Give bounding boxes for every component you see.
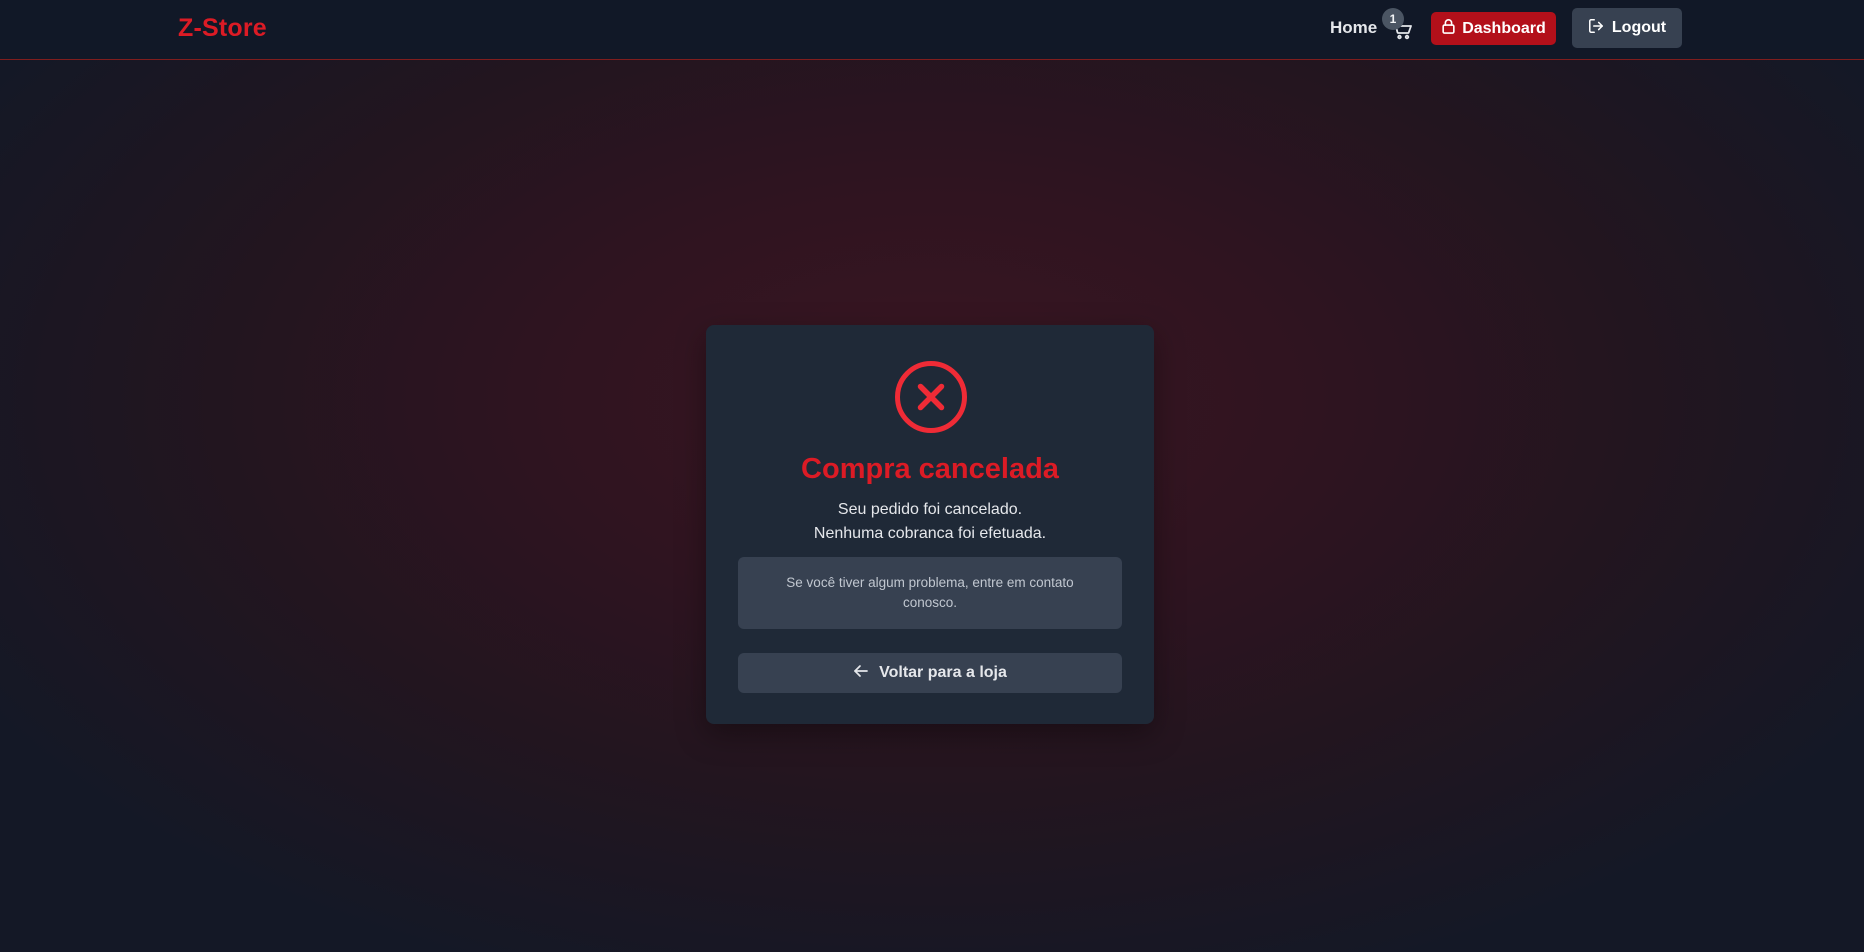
x-circle-icon bbox=[893, 359, 969, 435]
dashboard-label: Dashboard bbox=[1462, 19, 1546, 37]
logout-icon bbox=[1588, 18, 1604, 39]
contact-info-box: Se você tiver algum problema, entre em c… bbox=[738, 557, 1122, 629]
lock-icon bbox=[1441, 18, 1456, 39]
logout-label: Logout bbox=[1611, 19, 1667, 36]
back-to-store-button[interactable]: Voltar para a loja bbox=[738, 653, 1122, 693]
cancel-message-line1: Seu pedido foi cancelado. bbox=[837, 501, 1023, 518]
cancel-order-card: Compra cancelada Seu pedido foi cancelad… bbox=[706, 325, 1154, 724]
back-to-store-label: Voltar para a loja bbox=[879, 664, 1007, 681]
top-navbar: Z-Store Home 1 Dashboard Logout bbox=[0, 0, 1864, 60]
dashboard-button[interactable]: Dashboard bbox=[1431, 12, 1556, 45]
logout-button[interactable]: Logout bbox=[1572, 8, 1682, 48]
cart-count-badge: 1 bbox=[1382, 8, 1404, 30]
page-title: Compra cancelada bbox=[801, 453, 1059, 485]
brand-logo[interactable]: Z-Store bbox=[178, 14, 267, 43]
cancel-message-line2: Nenhuma cobranca foi efetuada. bbox=[813, 525, 1047, 542]
nav-home-link[interactable]: Home bbox=[1330, 18, 1377, 38]
arrow-left-icon bbox=[853, 664, 869, 683]
